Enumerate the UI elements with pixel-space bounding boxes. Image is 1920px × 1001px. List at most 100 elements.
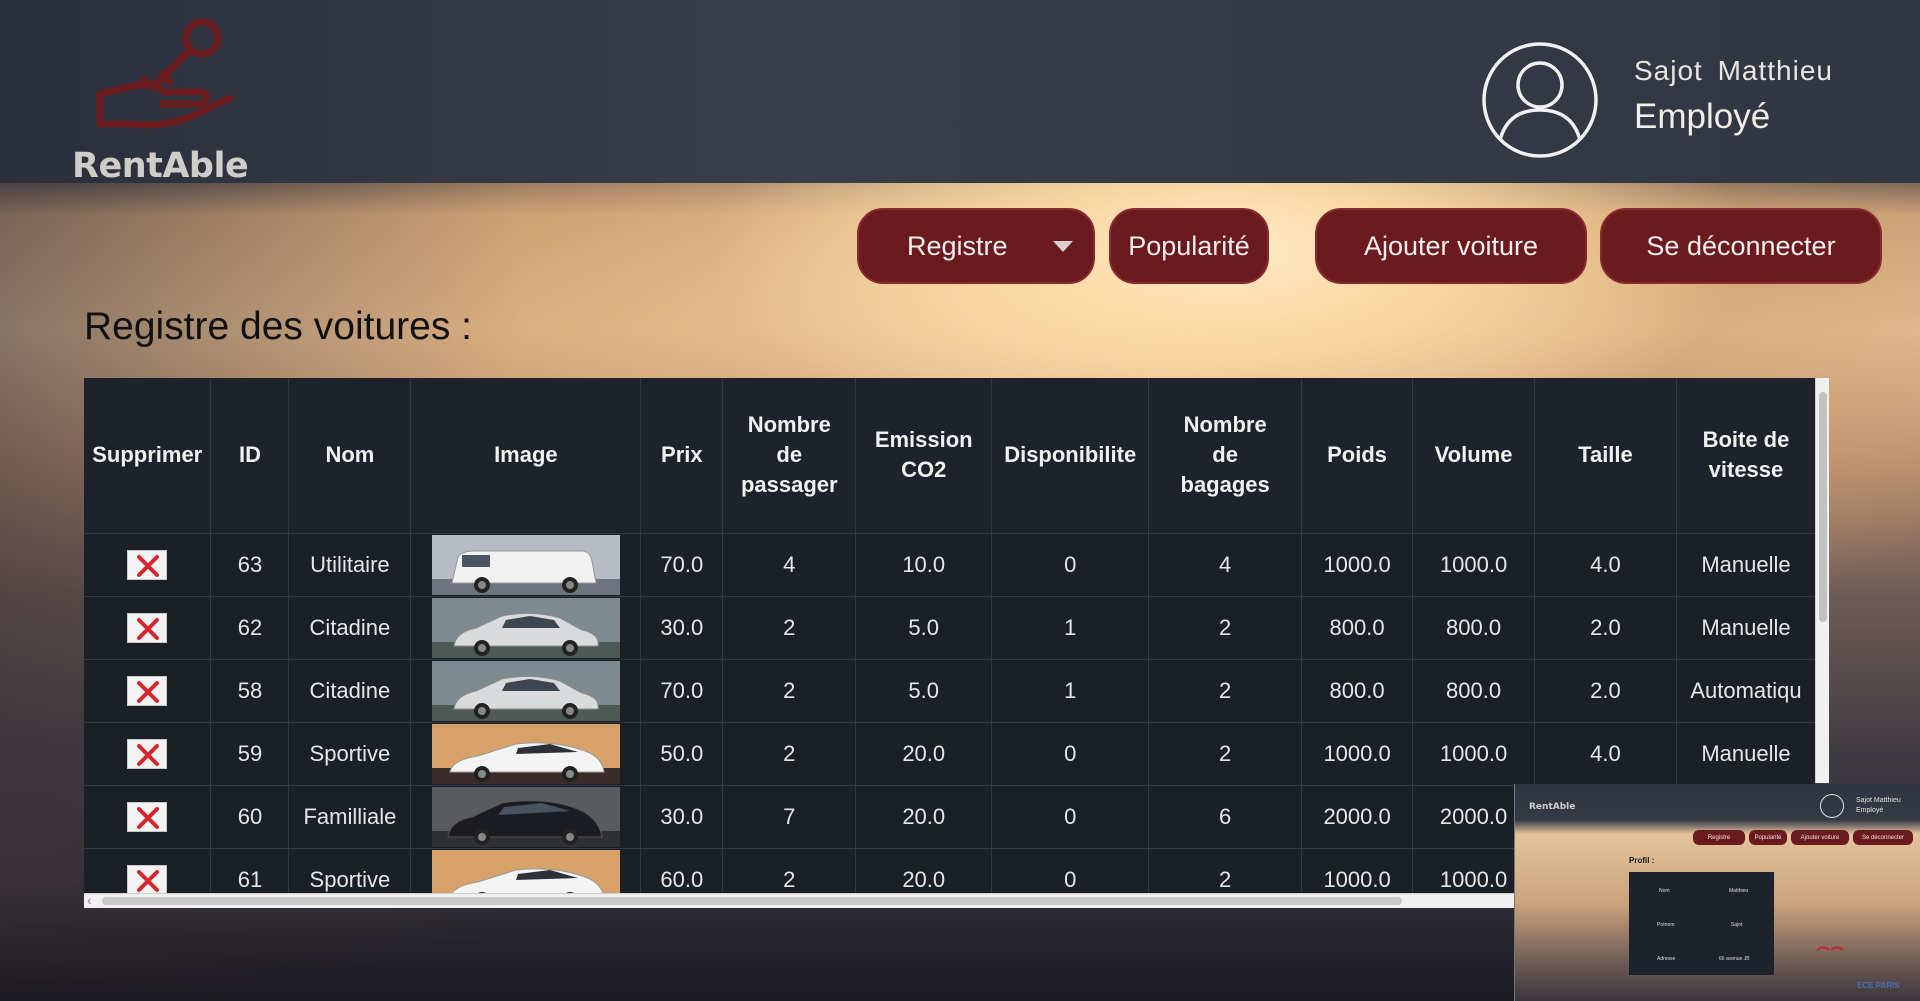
preview-user: Sajot Matthieu Employé — [1856, 796, 1901, 816]
header-volume[interactable]: Volume — [1412, 378, 1536, 533]
add-car-button[interactable]: Ajouter voiture — [1315, 208, 1587, 284]
preview-footer-logo: ECE PARIS — [1857, 981, 1900, 990]
cell-nom: Citadine — [288, 595, 412, 659]
table-row[interactable]: 62 Citadine 30.0 2 5.0 1 2 800.0 800.0 2.0 Manuell… — [84, 595, 1815, 659]
header-taille[interactable]: Taille — [1534, 378, 1677, 533]
cell-co2: 20.0 — [855, 784, 993, 848]
header-bagages-line2: de — [1212, 442, 1238, 468]
horizontal-scroll-thumb[interactable] — [102, 897, 1402, 905]
cell-passagers: 2 — [722, 595, 857, 659]
table-vertical-scrollbar[interactable] — [1815, 378, 1829, 783]
cell-co2: 5.0 — [855, 658, 993, 722]
cell-supprimer — [84, 658, 212, 722]
car-photo-silver-hatchback — [431, 660, 620, 721]
header-passagers[interactable]: Nombre de passager — [722, 378, 857, 533]
cell-taille: 2.0 — [1534, 658, 1677, 722]
cell-volume: 800.0 — [1412, 595, 1536, 659]
cell-image — [410, 721, 642, 785]
car-photo-black-minivan — [431, 786, 620, 847]
preview-cell: Matthieu — [1729, 888, 1749, 894]
delete-icon[interactable] — [127, 612, 168, 643]
header-bar — [0, 0, 1920, 183]
cell-supprimer — [84, 784, 212, 848]
header-id[interactable]: ID — [210, 378, 290, 533]
header-co2-line1: Emission — [874, 427, 973, 453]
app-logo: RentAble — [70, 16, 260, 186]
delete-icon[interactable] — [127, 801, 168, 832]
page-title: Registre des voitures : — [84, 305, 473, 348]
table-header-row: Supprimer ID Nom Image Prix Nombre de pa… — [84, 378, 1815, 533]
header-passagers-line2: de — [776, 442, 803, 468]
cell-prix: 30.0 — [640, 784, 724, 848]
preview-btn-registre: Registre — [1693, 830, 1745, 845]
header-bagages[interactable]: Nombre de bagages — [1148, 378, 1303, 533]
cell-bagages: 2 — [1148, 658, 1303, 722]
header-boite-line2: vitesse — [1708, 457, 1784, 483]
cell-supprimer — [84, 595, 212, 659]
delete-icon[interactable] — [127, 675, 168, 706]
car-photo-white-sports-suv — [431, 723, 620, 784]
cell-taille: 4.0 — [1534, 532, 1677, 596]
cell-id: 62 — [210, 595, 290, 659]
cell-prix: 70.0 — [640, 658, 724, 722]
header-boite[interactable]: Boite de vitesse — [1676, 378, 1815, 533]
header-co2[interactable]: Emission CO2 — [855, 378, 993, 533]
header-supprimer[interactable]: Supprimer — [84, 378, 212, 533]
preview-cell: Adresse — [1657, 956, 1676, 962]
cell-supprimer — [84, 532, 212, 596]
cell-bagages: 6 — [1148, 784, 1303, 848]
cell-co2: 20.0 — [855, 721, 993, 785]
scroll-left-icon[interactable]: ‹ — [87, 892, 92, 908]
add-car-label: Ajouter voiture — [1363, 230, 1539, 261]
cell-dispo: 0 — [991, 532, 1150, 596]
cell-bagages: 2 — [1148, 721, 1303, 785]
cell-taille: 4.0 — [1534, 721, 1677, 785]
cell-id: 59 — [210, 721, 290, 785]
preview-user-name: Sajot Matthieu — [1856, 797, 1901, 804]
header-passagers-line3: passager — [740, 472, 838, 498]
logo-text: RentAble — [72, 146, 249, 186]
window-preview-thumbnail[interactable]: RentAble Sajot Matthieu Employé Registre… — [1514, 784, 1920, 1001]
header-disponibilite[interactable]: Disponibilite — [991, 378, 1150, 533]
header-boite-line1: Boite de — [1702, 427, 1790, 453]
cell-nom: Utilitaire — [288, 532, 412, 596]
cell-volume: 800.0 — [1412, 658, 1536, 722]
preview-profile-card: Nom Matthieu Prénom Sajot Adresse 66 ave… — [1629, 872, 1774, 975]
cell-passagers: 4 — [722, 532, 857, 596]
cell-co2: 10.0 — [855, 532, 993, 596]
preview-btn-ajouter: Ajouter voiture — [1791, 830, 1849, 845]
header-co2-line2: CO2 — [901, 457, 947, 483]
cell-id: 58 — [210, 658, 290, 722]
cell-passagers: 2 — [722, 721, 857, 785]
header-image[interactable]: Image — [410, 378, 642, 533]
table-row[interactable]: 58 Citadine 70.0 2 5.0 1 2 800.0 800.0 2.0 Automat… — [84, 658, 1815, 722]
cell-nom: Sportive — [288, 721, 412, 785]
popularite-button[interactable]: Popularité — [1109, 208, 1269, 284]
header-bagages-line3: bagages — [1180, 472, 1270, 498]
vertical-scroll-thumb[interactable] — [1819, 392, 1827, 622]
cell-image — [410, 658, 642, 722]
logout-button[interactable]: Se déconnecter — [1600, 208, 1882, 284]
table-horizontal-scrollbar[interactable]: ‹ — [84, 892, 1514, 908]
cell-boite: Manuelle — [1676, 721, 1815, 785]
header-passagers-line1: Nombre — [747, 412, 831, 438]
delete-icon[interactable] — [127, 549, 168, 580]
table-row[interactable]: 59 Sportive 50.0 2 20.0 0 2 1000.0 1000.0 4.0 Manu… — [84, 721, 1815, 785]
cell-poids: 2000.0 — [1301, 784, 1414, 848]
delete-icon[interactable] — [127, 738, 168, 769]
cell-prix: 70.0 — [640, 532, 724, 596]
preview-cell: Prénom — [1657, 922, 1675, 928]
popularite-label: Popularité — [1128, 230, 1250, 261]
header-prix[interactable]: Prix — [640, 378, 724, 533]
user-role: Employé — [1634, 97, 1771, 136]
header-nom[interactable]: Nom — [288, 378, 412, 533]
table-row[interactable]: 63 Utilitaire 70.0 4 10.0 0 4 1000.0 1000.0 4.0 Ma… — [84, 532, 1815, 596]
cell-id: 63 — [210, 532, 290, 596]
registre-dropdown[interactable]: Registre — [857, 208, 1095, 284]
cell-image — [410, 532, 642, 596]
cell-image — [410, 595, 642, 659]
header-poids[interactable]: Poids — [1301, 378, 1414, 533]
preview-cell: Nom — [1659, 888, 1670, 894]
cell-co2: 5.0 — [855, 595, 993, 659]
delete-icon[interactable] — [127, 864, 168, 895]
